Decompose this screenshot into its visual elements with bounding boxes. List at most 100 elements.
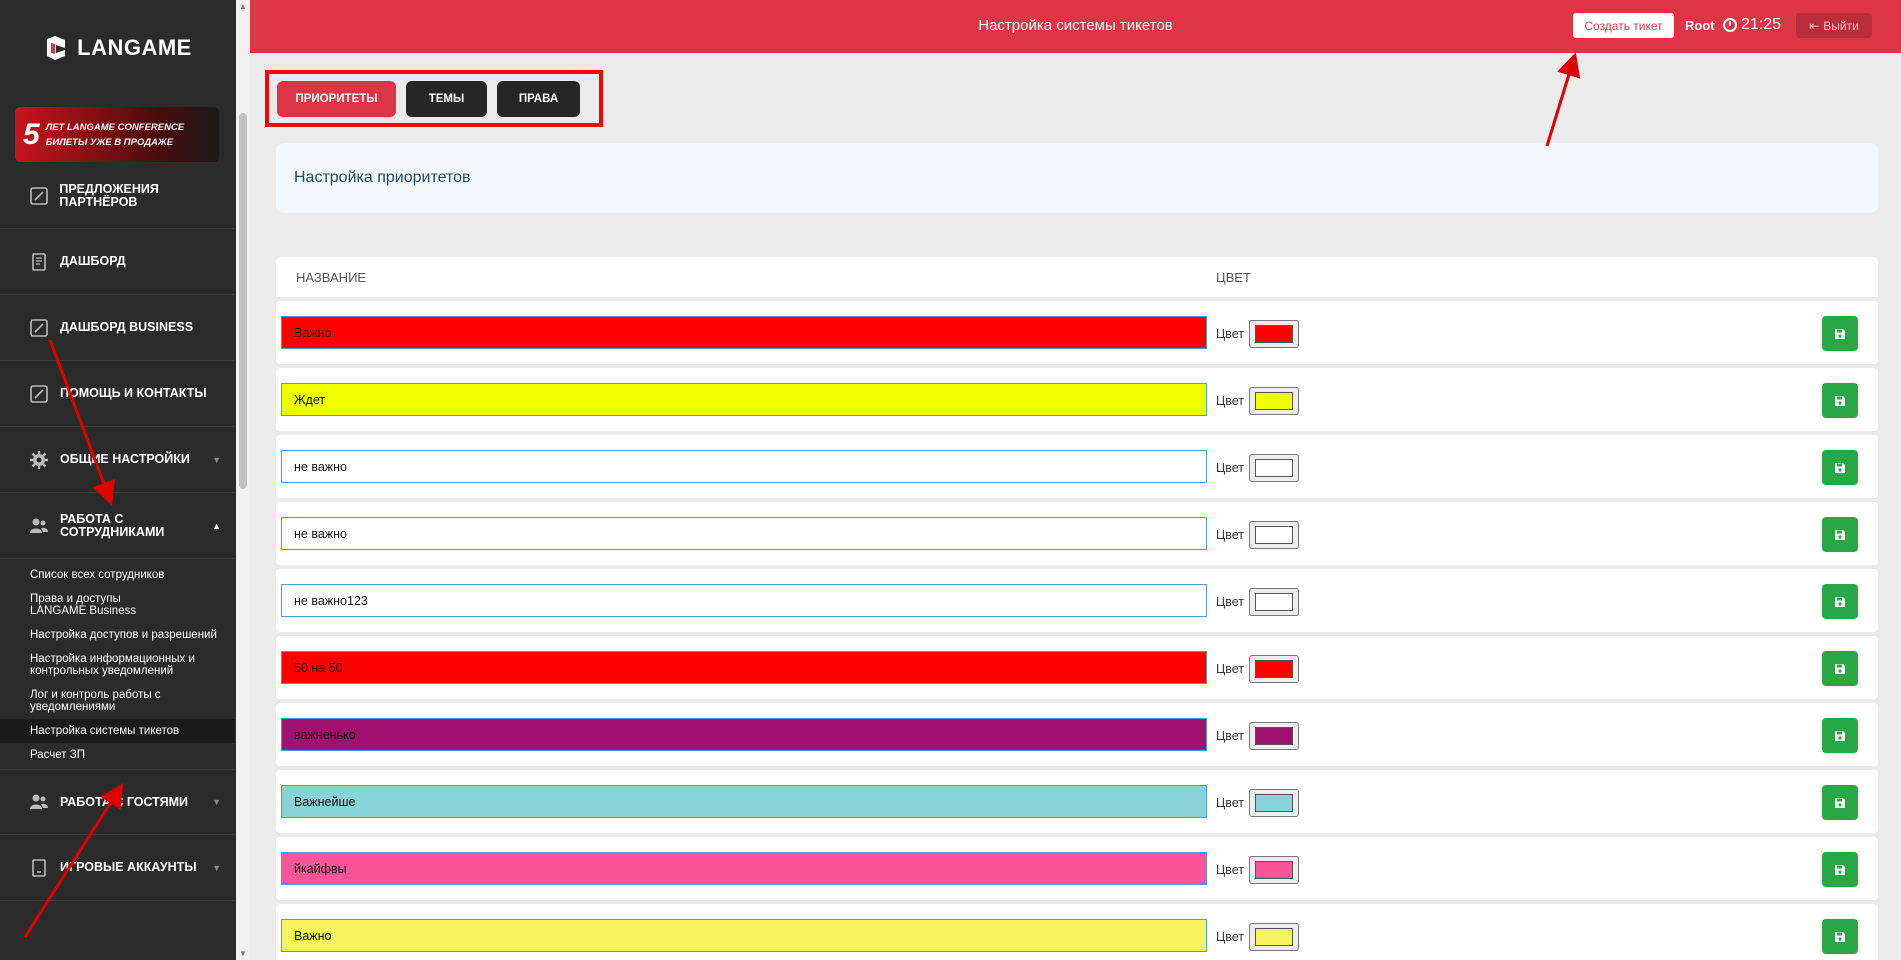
color-label: Цвет	[1216, 461, 1245, 475]
floppy-disk-icon	[1835, 797, 1845, 808]
floppy-disk-icon	[1835, 730, 1845, 741]
subitem-notifications-log[interactable]: Лог и контроль работы с уведомлениями	[0, 683, 190, 719]
scroll-up-icon[interactable]: ▲	[239, 2, 247, 11]
save-button[interactable]	[1822, 383, 1858, 418]
priority-name-input[interactable]: важненько	[281, 718, 1207, 751]
notebook-icon	[28, 251, 50, 273]
floppy-disk-icon	[1835, 596, 1845, 607]
priority-name-input[interactable]: не важно	[281, 450, 1207, 483]
color-swatch	[1255, 593, 1293, 611]
color-picker[interactable]	[1249, 789, 1299, 817]
priority-name-input[interactable]: Важно	[281, 316, 1207, 349]
color-picker[interactable]	[1249, 454, 1299, 482]
sidebar-item-guests[interactable]: Работа с гостями ▼	[0, 769, 235, 835]
color-picker[interactable]	[1249, 387, 1299, 415]
color-swatch	[1255, 660, 1293, 678]
subitem-access-permissions[interactable]: Настройка доступов и разрешений	[0, 623, 235, 647]
color-picker[interactable]	[1249, 722, 1299, 750]
sidebar-item-partner-offers[interactable]: Предложения партнёров	[0, 163, 235, 229]
conference-banner[interactable]: 5 ЛЕТ LANGAME CONFERENCE БИЛЕТЫ УЖЕ В ПР…	[15, 107, 219, 162]
banner-number: 5	[23, 117, 40, 151]
save-button[interactable]	[1822, 450, 1858, 485]
color-picker[interactable]	[1249, 856, 1299, 884]
table-row: Важно Цвет	[276, 904, 1878, 960]
arrow-to-create-ticket	[1545, 52, 1581, 147]
sidebar-item-dashboard-business[interactable]: Дашборд Business	[0, 295, 235, 361]
subitem-ticket-settings[interactable]: Настройка системы тикетов	[0, 719, 235, 743]
create-ticket-button[interactable]: Создать тикет	[1573, 13, 1674, 38]
floppy-disk-icon	[1835, 395, 1845, 406]
langame-logo-icon	[43, 35, 69, 61]
priority-name-input[interactable]: не важно123	[281, 584, 1207, 617]
floppy-disk-icon	[1835, 462, 1845, 473]
save-button[interactable]	[1822, 517, 1858, 552]
priority-name-input[interactable]: не важно	[281, 517, 1207, 550]
banner-line-1: ЛЕТ LANGAME CONFERENCE	[45, 121, 185, 133]
logout-button[interactable]: ⇤ Выйти	[1796, 13, 1872, 38]
chevron-down-icon: ▼	[212, 797, 221, 807]
table-row: Ждет Цвет	[276, 368, 1878, 431]
sidebar-item-general-settings[interactable]: Общие настройки ▼	[0, 427, 235, 493]
subitem-all-staff[interactable]: Список всех сотрудников	[0, 563, 235, 587]
staff-submenu: Список всех сотрудников Права и доступы …	[0, 559, 235, 769]
subitem-salary[interactable]: Расчет ЗП	[0, 743, 235, 767]
subitem-notifications-settings[interactable]: Настройка информационных и контрольных у…	[0, 647, 210, 683]
gear-icon	[28, 449, 50, 471]
column-color: ЦВЕТ	[1216, 270, 1251, 285]
top-bar: Настройка системы тикетов Создать тикет …	[250, 0, 1901, 53]
scroll-down-icon[interactable]: ▼	[239, 949, 247, 958]
sidebar-item-staff[interactable]: Работа с сотрудниками ▲	[0, 493, 235, 559]
floppy-disk-icon	[1835, 328, 1845, 339]
device-icon	[28, 857, 50, 879]
sidebar-item-dashboard[interactable]: Дашборд	[0, 229, 235, 295]
color-swatch	[1255, 727, 1293, 745]
logo[interactable]: LANGAME	[0, 0, 235, 95]
color-picker[interactable]	[1249, 923, 1299, 951]
priority-name-input[interactable]: 50 на 50	[281, 651, 1207, 684]
table-row: 50 на 50 Цвет	[276, 636, 1878, 699]
table-row: не важно Цвет	[276, 435, 1878, 498]
sidebar-scrollbar[interactable]: ▲ ▼	[236, 0, 250, 960]
users-icon	[28, 791, 50, 813]
sidebar-nav: Предложения партнёров Дашборд Дашборд Bu…	[0, 163, 235, 901]
priority-name-input[interactable]: Важно	[281, 919, 1207, 952]
color-swatch	[1255, 325, 1293, 343]
floppy-disk-icon	[1835, 864, 1845, 875]
sidebar-item-label: Работа с гостями	[60, 794, 189, 809]
save-button[interactable]	[1822, 651, 1858, 686]
save-button[interactable]	[1822, 852, 1858, 887]
tab-priorities[interactable]: ПРИОРИТЕТЫ	[277, 80, 396, 117]
edit-icon	[28, 185, 49, 207]
section-title: Настройка приоритетов	[276, 143, 1878, 213]
color-label: Цвет	[1216, 327, 1245, 341]
color-picker[interactable]	[1249, 521, 1299, 549]
table-row: не важно123 Цвет	[276, 569, 1878, 632]
sidebar-item-label: Помощь и контакты	[60, 386, 207, 400]
save-button[interactable]	[1822, 785, 1858, 820]
save-button[interactable]	[1822, 316, 1858, 351]
priority-name-input[interactable]: Важнейше	[281, 785, 1207, 818]
save-button[interactable]	[1822, 718, 1858, 753]
priority-name-input[interactable]: йкайфвы	[281, 852, 1207, 885]
table-header: НАЗВАНИЕ ЦВЕТ	[276, 257, 1878, 297]
color-swatch	[1255, 794, 1293, 812]
color-picker[interactable]	[1249, 320, 1299, 348]
priority-name-input[interactable]: Ждет	[281, 383, 1207, 416]
chevron-down-icon: ▼	[212, 454, 221, 465]
logo-text: LANGAME	[77, 34, 192, 60]
color-picker[interactable]	[1249, 588, 1299, 616]
floppy-disk-icon	[1835, 529, 1845, 540]
chevron-up-icon: ▲	[212, 520, 221, 531]
color-picker[interactable]	[1249, 655, 1299, 683]
sidebar-item-label: Общие настройки	[60, 452, 190, 466]
tab-rights[interactable]: ПРАВА	[497, 80, 580, 117]
save-button[interactable]	[1822, 584, 1858, 619]
sidebar-item-game-accounts[interactable]: Игровые аккаунты ▼	[0, 835, 235, 901]
save-button[interactable]	[1822, 919, 1858, 954]
subitem-rights-access[interactable]: Права и доступы LANGAME Business	[0, 587, 190, 623]
tab-topics[interactable]: ТЕМЫ	[406, 80, 487, 117]
priority-rows: Важно Цвет Ждет Цвет не важно Цвет не важно Цве…	[276, 301, 1878, 960]
scrollbar-thumb[interactable]	[239, 113, 247, 489]
user-name[interactable]: Root	[1685, 18, 1715, 33]
sidebar-item-help[interactable]: Помощь и контакты	[0, 361, 235, 427]
